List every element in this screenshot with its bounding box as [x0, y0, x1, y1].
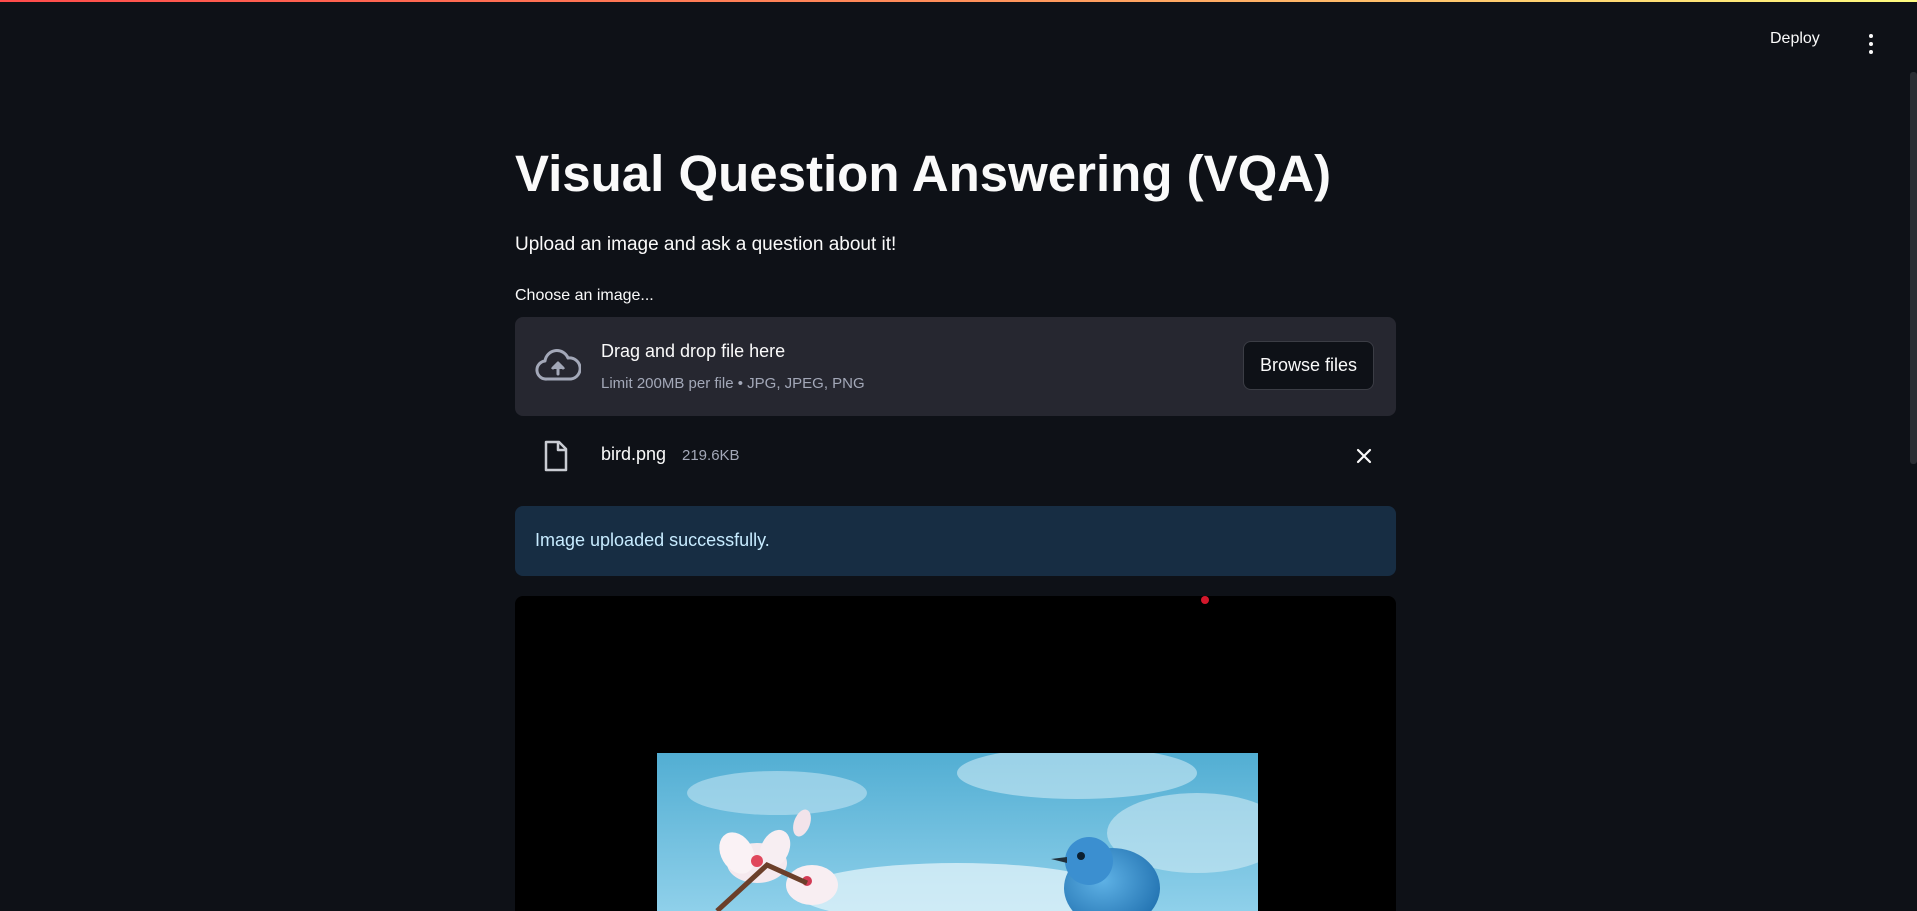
vertical-dots-icon[interactable]	[1862, 34, 1880, 54]
uploader-label: Choose an image...	[515, 287, 654, 304]
browse-files-button[interactable]: Browse files	[1243, 341, 1374, 390]
uploaded-file-row: bird.png 219.6KB	[515, 430, 1396, 480]
cloud-upload-icon	[535, 349, 581, 381]
page-subtitle: Upload an image and ask a question about…	[515, 234, 897, 255]
bird-image	[657, 753, 1258, 911]
file-size: 219.6KB	[682, 447, 740, 464]
dropzone-limit: Limit 200MB per file • JPG, JPEG, PNG	[601, 375, 865, 392]
page-title: Visual Question Answering (VQA)	[515, 145, 1332, 202]
red-dot-marker	[1201, 596, 1209, 604]
file-icon	[544, 440, 568, 472]
close-icon[interactable]	[1353, 445, 1375, 467]
file-dropzone[interactable]: Drag and drop file here Limit 200MB per …	[515, 317, 1396, 416]
file-name: bird.png	[601, 444, 667, 464]
main-content: Visual Question Answering (VQA) Upload a…	[515, 0, 1396, 911]
dropzone-title: Drag and drop file here	[601, 341, 786, 361]
scrollbar[interactable]	[1910, 72, 1917, 464]
alert-text: Image uploaded successfully.	[535, 530, 770, 550]
success-alert: Image uploaded successfully.	[515, 506, 1396, 576]
deploy-button[interactable]: Deploy	[1770, 30, 1820, 48]
uploaded-image-frame	[515, 596, 1396, 911]
